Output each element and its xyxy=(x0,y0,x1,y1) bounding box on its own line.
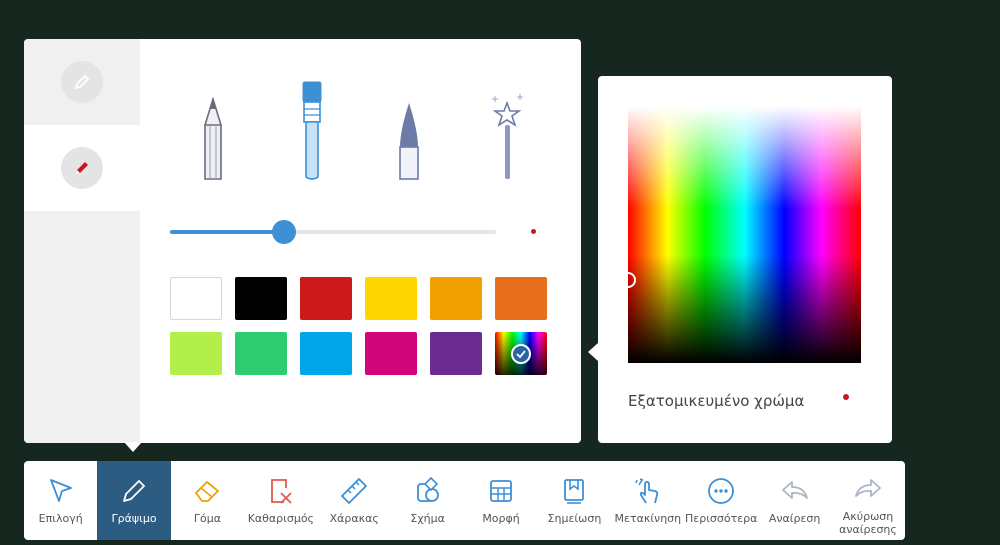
color-swatch[interactable] xyxy=(300,332,352,375)
toolbar-label: Μετακίνηση xyxy=(614,512,682,525)
pen-settings-panel xyxy=(24,39,581,443)
toolbar-label: Μορφή xyxy=(482,512,520,525)
format-button[interactable]: Μορφή xyxy=(464,461,537,540)
toolbar-label: Ακύρωση αναίρεσης xyxy=(839,510,897,536)
toolbar-label: Επιλογή xyxy=(38,512,83,525)
tool-magic-pen[interactable] xyxy=(482,71,532,181)
toolbar-label: Γόμα xyxy=(193,512,222,525)
undo-button[interactable]: Αναίρεση xyxy=(758,461,831,540)
move-button[interactable]: Μετακίνηση xyxy=(611,461,684,540)
panel-pointer-arrow xyxy=(124,442,142,452)
eraser-icon xyxy=(195,481,220,502)
bookmark-note-icon xyxy=(564,479,585,504)
color-swatch[interactable] xyxy=(170,277,222,320)
paint-brush-icon xyxy=(302,81,322,180)
select-button[interactable]: Επιλογή xyxy=(24,461,97,540)
custom-color-preview-dot xyxy=(843,394,849,400)
select-cursor-icon xyxy=(49,479,72,502)
toolbar-label: Καθαρισμός xyxy=(247,512,315,525)
more-icon xyxy=(708,478,735,504)
color-spectrum[interactable] xyxy=(628,106,861,363)
redo-button[interactable]: Ακύρωση αναίρεσης xyxy=(831,461,904,540)
color-swatch[interactable] xyxy=(365,332,417,375)
calligraphy-pen-icon xyxy=(399,103,419,180)
pencil-icon xyxy=(204,97,222,180)
shape-button[interactable]: Σχήμα xyxy=(391,461,464,540)
magic-wand-icon xyxy=(491,93,524,179)
write-button[interactable]: Γράψιμο xyxy=(97,461,171,540)
custom-color-swatch[interactable] xyxy=(495,332,547,375)
highlighter-icon xyxy=(61,147,103,189)
bottom-toolbar: Επιλογή Γράψιμο Γόμα Καθαρισμός Χάρακας … xyxy=(24,461,905,540)
color-swatch[interactable] xyxy=(495,277,547,320)
checkmark-icon xyxy=(511,343,531,364)
redo-icon xyxy=(855,479,881,497)
more-button[interactable]: Περισσότερα xyxy=(685,461,758,540)
pen-panel-sidebar xyxy=(24,39,140,443)
color-swatch[interactable] xyxy=(170,332,222,375)
toolbar-label: Σημείωση xyxy=(547,512,602,525)
color-swatch[interactable] xyxy=(430,332,482,375)
custom-color-label: Εξατομικευμένο χρώμα xyxy=(628,392,805,410)
slider-thumb[interactable] xyxy=(272,220,297,244)
color-panel-pointer-arrow xyxy=(588,343,598,361)
side-tab-pen[interactable] xyxy=(24,39,140,125)
table-icon xyxy=(490,480,512,502)
custom-color-panel: Εξατομικευμένο χρώμα xyxy=(598,76,892,443)
tool-calligraphy-pen[interactable] xyxy=(384,71,434,181)
slider-fill xyxy=(170,230,285,234)
toolbar-label: Σχήμα xyxy=(410,512,445,525)
tool-brush[interactable] xyxy=(287,71,337,181)
note-button[interactable]: Σημείωση xyxy=(538,461,611,540)
color-swatch[interactable] xyxy=(365,277,417,320)
eraser-button[interactable]: Γόμα xyxy=(171,461,244,540)
color-picker-handle[interactable] xyxy=(628,272,636,288)
color-swatch[interactable] xyxy=(430,277,482,320)
color-swatch[interactable] xyxy=(300,277,352,320)
toolbar-label: Αναίρεση xyxy=(768,512,821,525)
pen-icon xyxy=(123,480,145,502)
toolbar-label: Γράψιμο xyxy=(111,512,157,525)
color-swatch[interactable] xyxy=(235,332,287,375)
clear-page-icon xyxy=(270,479,292,504)
undo-icon xyxy=(781,481,808,499)
tool-pencil[interactable] xyxy=(188,71,238,181)
ruler-button[interactable]: Χάρακας xyxy=(318,461,391,540)
side-tab-highlighter[interactable] xyxy=(24,125,140,211)
thickness-preview-dot xyxy=(531,229,536,234)
thickness-slider[interactable] xyxy=(170,220,496,244)
hand-move-icon xyxy=(635,478,658,504)
pen-icon xyxy=(61,61,103,103)
toolbar-label: Χάρακας xyxy=(329,512,379,525)
color-swatches xyxy=(170,277,550,375)
ruler-icon xyxy=(341,478,368,504)
toolbar-label: Περισσότερα xyxy=(685,512,758,525)
clear-button[interactable]: Καθαρισμός xyxy=(244,461,317,540)
shape-icon xyxy=(416,476,439,502)
color-swatch[interactable] xyxy=(235,277,287,320)
